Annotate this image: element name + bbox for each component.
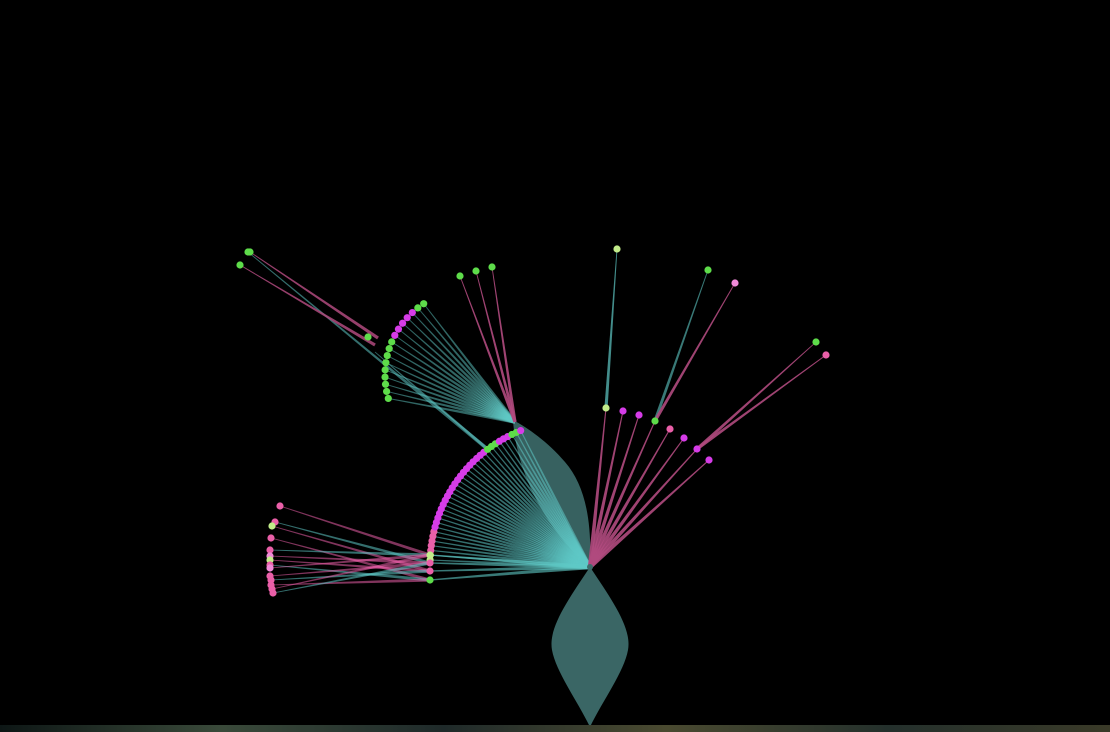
far-left-leaf-node-icon[interactable] (236, 261, 244, 269)
upper-left-node-icon[interactable] (391, 331, 399, 339)
root-tail-lobe (551, 567, 629, 727)
upper-left-node-icon[interactable] (398, 319, 407, 327)
edge-hub-right (588, 428, 671, 569)
edge-layer (239, 248, 827, 594)
right-leaf-node-icon[interactable] (812, 338, 820, 346)
radial-tree-diagram (236, 245, 830, 727)
right-fan-node-icon[interactable] (635, 411, 643, 419)
upper-left-node-icon[interactable] (394, 325, 403, 333)
edge-right-far (696, 354, 827, 451)
left-leaf-node-icon[interactable] (276, 502, 284, 510)
upper-left-node-icon[interactable] (384, 394, 392, 403)
far-left-leaf-node-icon[interactable] (364, 333, 372, 341)
left-hub-node-icon[interactable] (426, 559, 434, 567)
left-hub-node-icon[interactable] (426, 567, 434, 575)
edge-right-top (604, 248, 618, 409)
upper-left-node-icon[interactable] (414, 304, 422, 312)
right-leaf-node-icon[interactable] (613, 245, 621, 253)
edge-hub-left (429, 564, 591, 581)
right-fan-node-icon[interactable] (602, 404, 610, 412)
upper-left-node-icon[interactable] (381, 380, 390, 388)
upper-left-node-icon[interactable] (420, 300, 428, 308)
edge-far-left (247, 251, 487, 449)
left-leaf-node-icon[interactable] (269, 589, 277, 597)
edge-far-left-pink (239, 264, 376, 347)
upper-left-node-icon[interactable] (403, 314, 411, 322)
upper-left-node-icon[interactable] (381, 366, 389, 374)
upper-left-node-icon[interactable] (408, 308, 416, 317)
hub-node-icon[interactable] (587, 564, 593, 570)
upper-left-node-icon[interactable] (381, 373, 389, 381)
far-left-leaf-node-icon[interactable] (246, 248, 254, 256)
upper-left-node-icon[interactable] (382, 387, 391, 396)
upper-left-node-icon[interactable] (382, 359, 390, 367)
right-leaf-node-icon[interactable] (731, 279, 739, 287)
left-hub-node-icon[interactable] (426, 576, 434, 584)
top-leaf-node-icon[interactable] (472, 267, 480, 275)
right-fan-node-icon[interactable] (680, 434, 688, 442)
right-leaf-node-icon[interactable] (822, 351, 830, 359)
top-leaf-node-icon[interactable] (456, 272, 464, 280)
left-hub-node-icon[interactable] (426, 551, 434, 559)
right-fan-node-icon[interactable] (666, 425, 674, 433)
edge-right-top (653, 282, 736, 422)
edge-upper-left (388, 348, 516, 424)
top-leaf-node-icon[interactable] (488, 263, 496, 271)
arc-node-icon[interactable] (517, 426, 525, 435)
edge-far-left-pink (249, 251, 379, 340)
upper-left-node-icon[interactable] (385, 345, 393, 353)
right-fan-node-icon[interactable] (693, 445, 701, 453)
left-leaf-node-icon[interactable] (267, 534, 275, 542)
edge-right-top (653, 269, 709, 422)
right-fan-node-icon[interactable] (619, 407, 627, 415)
upper-left-node-icon[interactable] (383, 351, 391, 360)
right-fan-node-icon[interactable] (651, 417, 659, 425)
upper-left-node-icon[interactable] (388, 338, 396, 346)
right-leaf-node-icon[interactable] (704, 266, 712, 274)
bottom-strip (0, 725, 1110, 732)
edge-hub-right (588, 448, 698, 569)
left-leaf-node-icon[interactable] (268, 522, 276, 530)
left-leaf-node-icon[interactable] (266, 564, 274, 572)
edge-right-far (695, 341, 817, 451)
right-fan-node-icon[interactable] (705, 456, 713, 464)
